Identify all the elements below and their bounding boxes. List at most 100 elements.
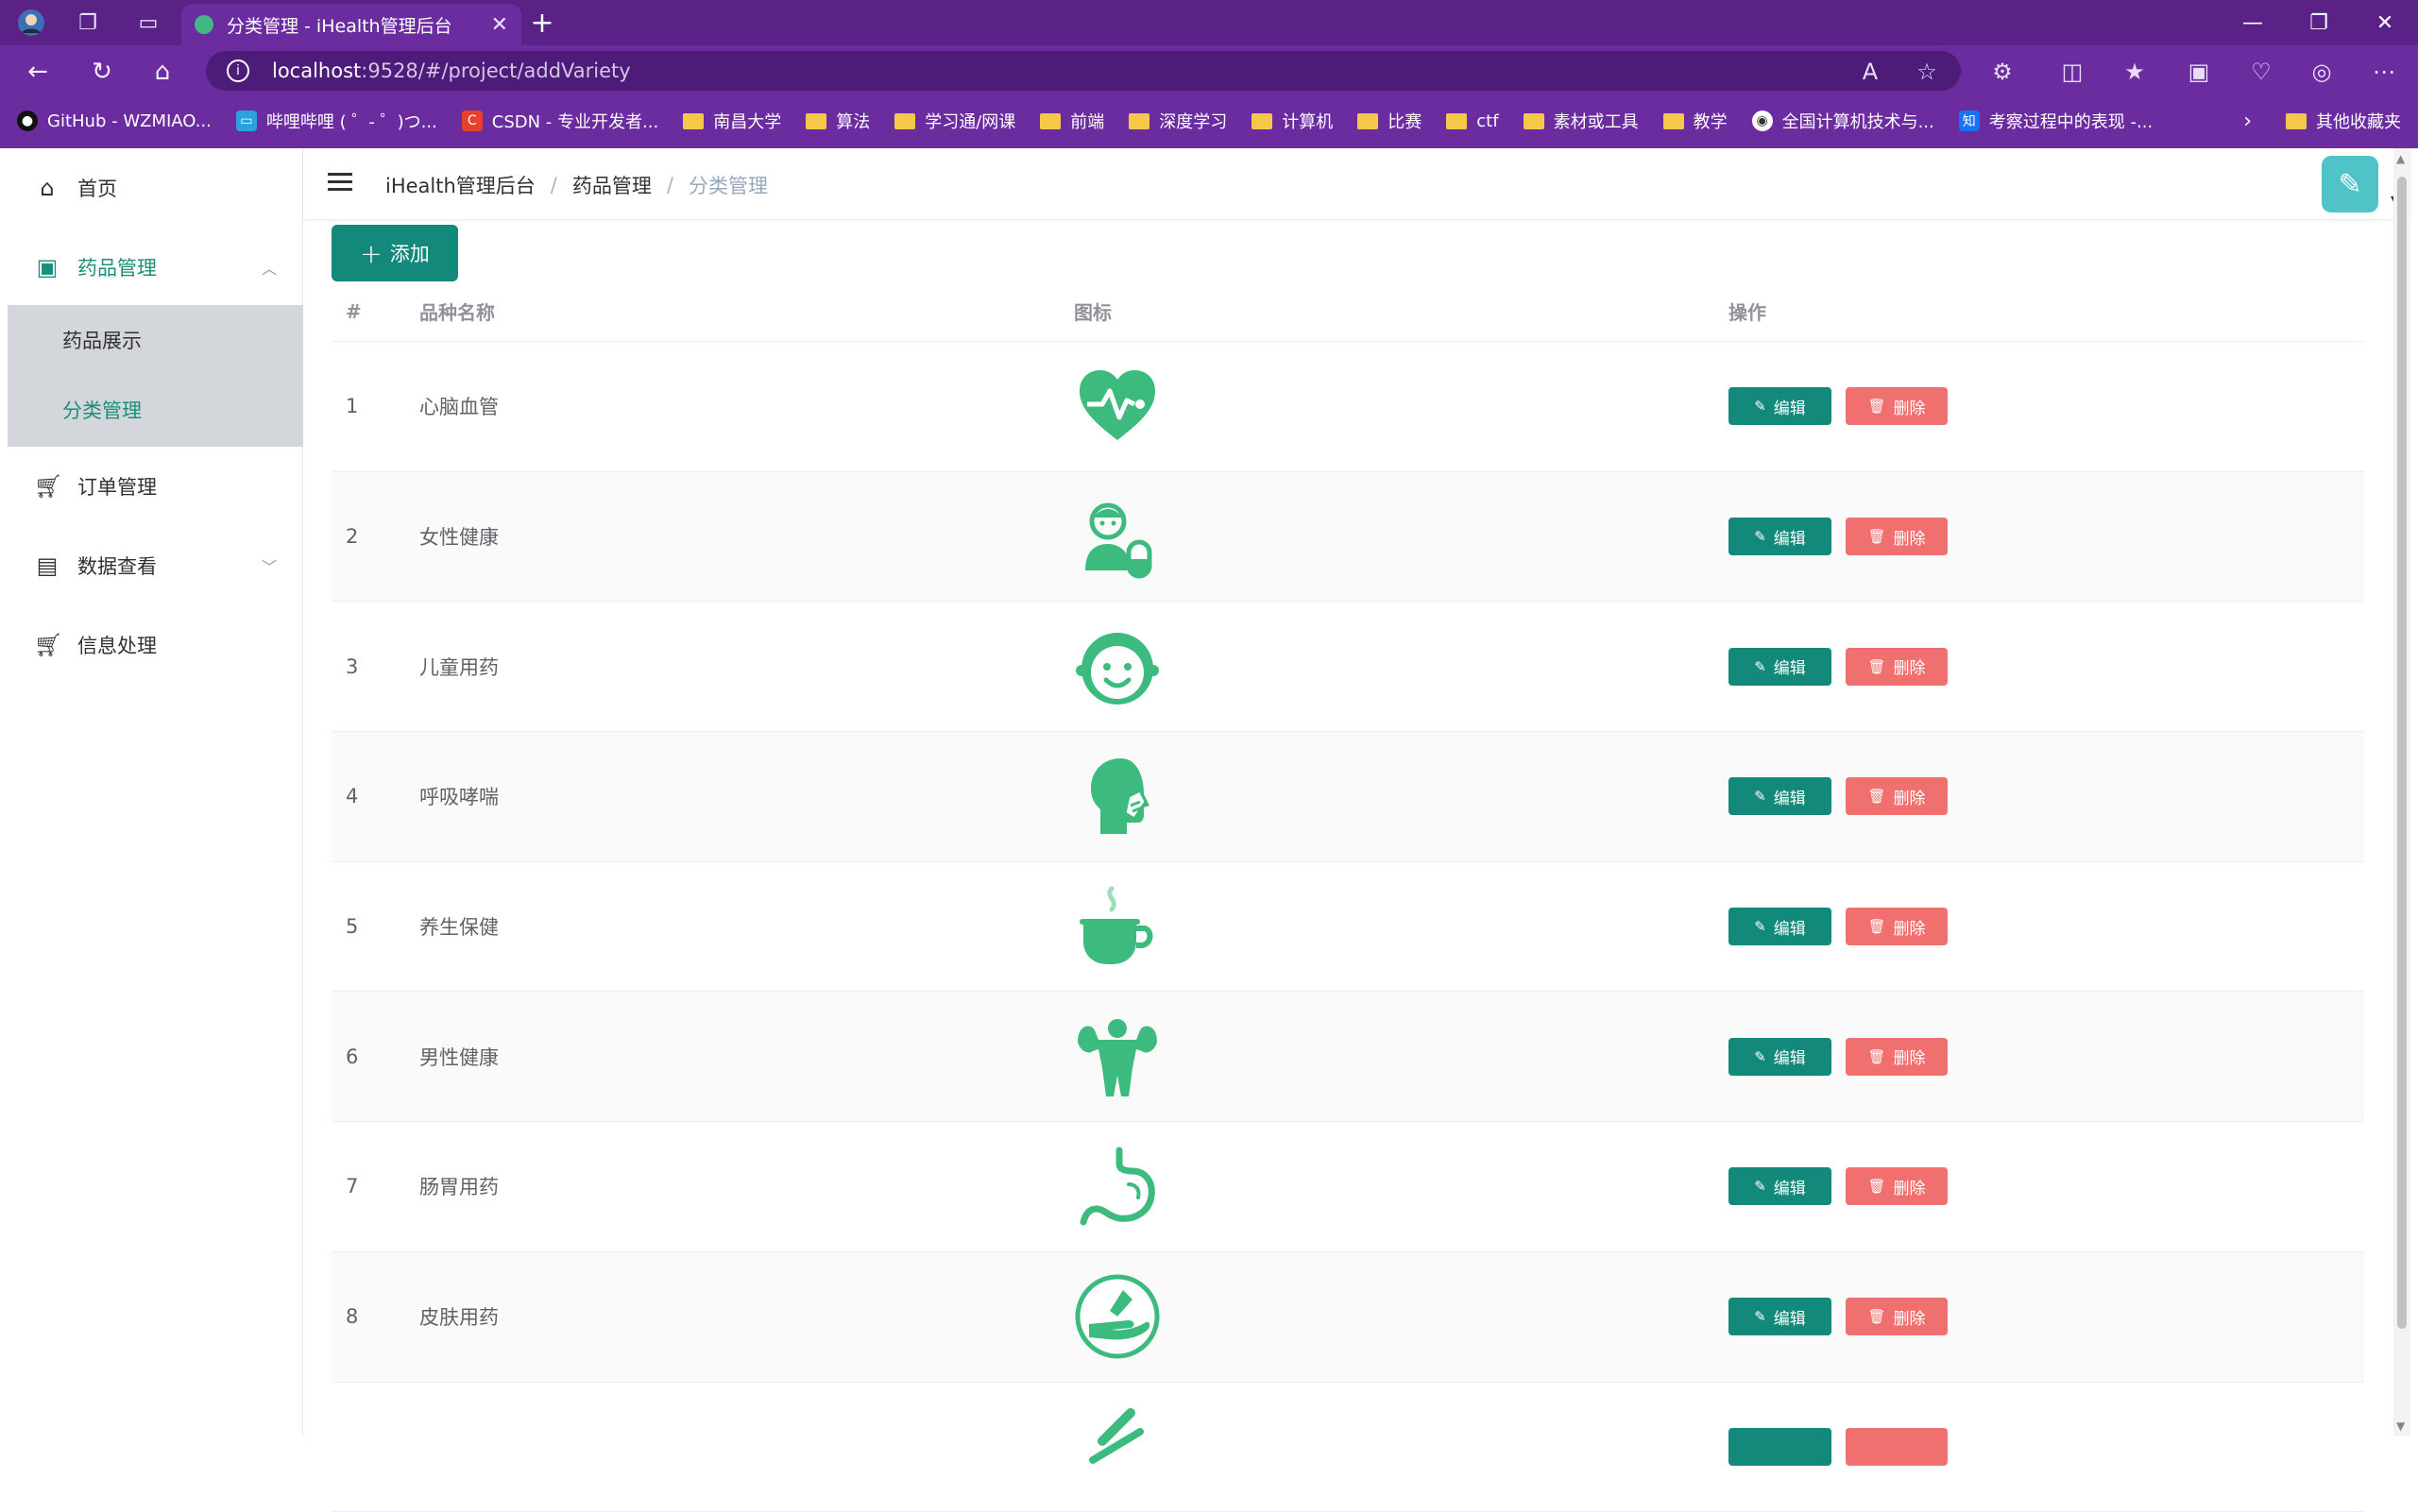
trash-icon: 🗑︎: [1867, 528, 1885, 545]
home-browser-icon[interactable]: ⌂: [144, 55, 181, 89]
read-aloud-icon[interactable]: A: [1853, 55, 1887, 89]
scrollbar-thumb[interactable]: [2397, 177, 2407, 1329]
sidebar-item-label: 药品展示: [62, 326, 142, 354]
address-bar[interactable]: i localhost:9528/#/project/addVariety: [206, 51, 1961, 91]
edit-button[interactable]: ✎编辑: [1728, 1038, 1831, 1076]
page-scrollbar[interactable]: ▲ ▼: [2393, 148, 2410, 1436]
trash-icon: 🗑︎: [1867, 1178, 1885, 1195]
scroll-up-icon[interactable]: ▲: [2396, 152, 2405, 165]
refresh-icon[interactable]: ↻: [83, 55, 121, 89]
bookmark-folder[interactable]: 比赛: [1357, 109, 1422, 133]
app-frame: ⌂ 首页 ▣ 药品管理 ︿ 药品展示 分类管理 🛒︎ 订单管理 ▤ 数据查看 ﹀…: [8, 148, 2410, 1436]
edit-icon: ✎: [1754, 1308, 1766, 1325]
avatar[interactable]: ✎: [2322, 156, 2378, 212]
delete-button[interactable]: 🗑︎删除: [1846, 777, 1948, 815]
chevron-right-icon[interactable]: ›: [2243, 110, 2252, 133]
delete-button[interactable]: 🗑︎删除: [1846, 518, 1948, 555]
folder-icon: [1252, 113, 1272, 129]
column-header-icon: 图标: [1074, 281, 1112, 341]
row-name: 儿童用药: [419, 602, 499, 731]
delete-button[interactable]: 🗑︎删除: [1846, 1298, 1948, 1335]
collections-icon[interactable]: ▣: [2182, 55, 2216, 89]
new-tab-button[interactable]: +: [525, 6, 559, 40]
hamburger-icon[interactable]: [328, 173, 352, 194]
delete-button[interactable]: [1846, 1428, 1948, 1466]
folder-icon: [1040, 113, 1061, 129]
sidebar-subitem-category[interactable]: 分类管理: [8, 375, 303, 445]
favorite-star-icon[interactable]: ☆: [1910, 55, 1944, 89]
sidebar-item-data[interactable]: ▤ 数据查看 ﹀: [8, 526, 303, 605]
breadcrumb-item[interactable]: 药品管理: [572, 171, 652, 199]
bookmark-folder[interactable]: ctf: [1446, 111, 1498, 131]
breadcrumb-current: 分类管理: [689, 171, 768, 199]
delete-button[interactable]: 🗑︎删除: [1846, 648, 1948, 686]
sidebar-item-info[interactable]: 🛒︎ 信息处理: [8, 605, 303, 685]
edit-button[interactable]: ✎编辑: [1728, 1298, 1831, 1335]
edit-icon: ✎: [1754, 1048, 1766, 1065]
minimize-icon[interactable]: —: [2220, 0, 2286, 45]
edit-button[interactable]: ✎编辑: [1728, 777, 1831, 815]
column-header-actions: 操作: [1728, 281, 1766, 341]
close-tab-icon[interactable]: ✕: [491, 13, 508, 37]
delete-button[interactable]: 🗑︎删除: [1846, 908, 1948, 945]
zhihu-icon: 知: [1959, 110, 1980, 131]
edit-button[interactable]: ✎编辑: [1728, 518, 1831, 555]
other-bookmarks[interactable]: 其他收藏夹: [2316, 109, 2401, 133]
add-button[interactable]: + 添加: [332, 225, 458, 281]
sidebar-item-label: 信息处理: [77, 631, 157, 659]
split-screen-icon[interactable]: ◫: [2055, 55, 2089, 89]
edit-button[interactable]: ✎编辑: [1728, 648, 1831, 686]
scroll-down-icon[interactable]: ▼: [2396, 1419, 2405, 1433]
heart-pulse-icon: [1074, 363, 1161, 450]
edit-button[interactable]: ✎编辑: [1728, 387, 1831, 425]
bookmark-folder[interactable]: 计算机: [1252, 109, 1333, 133]
bookmark-folder[interactable]: 学习通/网课: [894, 109, 1015, 133]
extensions-icon[interactable]: ⚙: [1985, 55, 2019, 89]
browser-essentials-icon[interactable]: ♡: [2244, 55, 2278, 89]
workspaces-icon[interactable]: ❐: [72, 8, 104, 38]
edit-icon: ✎: [1754, 528, 1766, 545]
bookmark-folder[interactable]: 素材或工具: [1524, 109, 1639, 133]
bookmark-folder[interactable]: 算法: [806, 109, 870, 133]
sidebar-subitem-display[interactable]: 药品展示: [8, 305, 303, 375]
trash-icon: 🗑︎: [1867, 918, 1885, 935]
tab-actions-icon[interactable]: ▭: [132, 8, 164, 38]
bookmark-zhihu[interactable]: 知考察过程中的表现 -...: [1959, 109, 2153, 133]
delete-button[interactable]: 🗑︎删除: [1846, 1167, 1948, 1205]
delete-button[interactable]: 🗑︎删除: [1846, 387, 1948, 425]
edit-button[interactable]: [1728, 1428, 1831, 1466]
bookmark-folder[interactable]: 南昌大学: [683, 109, 781, 133]
folder-icon: [806, 113, 826, 129]
bookmarks-bar: ●GitHub - WZMIAO... ▭哔哩哔哩 ( ゜- ゜)つ... CC…: [0, 98, 2418, 144]
window-close-icon[interactable]: ✕: [2352, 0, 2418, 45]
sidebar-item-medicine[interactable]: ▣ 药品管理 ︿: [8, 228, 303, 307]
browser-tab-active[interactable]: 分类管理 - iHealth管理后台 ✕: [181, 4, 521, 45]
edit-icon: ✎: [1754, 788, 1766, 805]
copilot-icon[interactable]: ◎: [2305, 55, 2339, 89]
vue-favicon-icon: [195, 15, 213, 34]
bookmark-csdn[interactable]: CCSDN - 专业开发者...: [462, 109, 658, 133]
bookmark-folder[interactable]: 教学: [1663, 109, 1728, 133]
row-index: 8: [346, 1252, 358, 1382]
more-menu-icon[interactable]: ⋯: [2367, 55, 2401, 89]
breadcrumb-item[interactable]: iHealth管理后台: [385, 171, 536, 199]
row-index: 5: [346, 862, 358, 992]
site-info-icon[interactable]: i: [227, 59, 249, 82]
bookmark-ncre[interactable]: ◉全国计算机技术与...: [1752, 109, 1934, 133]
folder-icon: [1446, 113, 1467, 129]
bookmark-folder[interactable]: 深度学习: [1129, 109, 1227, 133]
profile-avatar-icon[interactable]: [15, 8, 47, 38]
bookmark-github[interactable]: ●GitHub - WZMIAO...: [17, 110, 212, 131]
sidebar-item-home[interactable]: ⌂ 首页: [8, 148, 303, 228]
back-icon[interactable]: ←: [19, 55, 57, 89]
bookmark-folder[interactable]: 前端: [1040, 109, 1104, 133]
delete-button[interactable]: 🗑︎删除: [1846, 1038, 1948, 1076]
bookmark-bilibili[interactable]: ▭哔哩哔哩 ( ゜- ゜)つ...: [236, 109, 437, 133]
edit-button[interactable]: ✎编辑: [1728, 1167, 1831, 1205]
restore-icon[interactable]: ❐: [2286, 0, 2352, 45]
edit-button[interactable]: ✎编辑: [1728, 908, 1831, 945]
edit-icon: ✎: [1754, 658, 1766, 675]
tab-bar: ❐ ▭ 分类管理 - iHealth管理后台 ✕ + — ❐ ✕: [0, 0, 2418, 45]
favorites-icon[interactable]: ★: [2118, 55, 2152, 89]
sidebar-item-orders[interactable]: 🛒︎ 订单管理: [8, 447, 303, 526]
